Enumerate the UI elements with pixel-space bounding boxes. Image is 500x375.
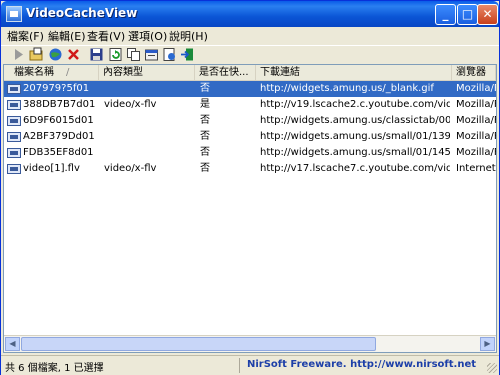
cell-download-url: http://widgets.amung.us/small/01/145.png xyxy=(260,147,450,158)
cell-browser: Mozilla/Fire xyxy=(456,147,496,158)
video-file-icon xyxy=(7,84,21,94)
column-header-browser[interactable]: 瀏覽器 xyxy=(452,65,496,80)
copy-icon[interactable] xyxy=(126,47,141,62)
cell-filename: 388DB7B7d01 xyxy=(23,99,96,110)
cell-content-type xyxy=(104,81,194,97)
close-button[interactable]: ✕ xyxy=(477,4,498,25)
column-header-label: 是否在快... xyxy=(199,67,249,78)
table-row[interactable]: 6D9F6015d01 否 http://widgets.amung.us/cl… xyxy=(4,113,496,129)
cell-download-url: http://widgets.amung.us/classictab/00/12… xyxy=(260,115,450,126)
menu-view[interactable]: 查看(V) xyxy=(87,28,125,44)
save-icon[interactable] xyxy=(89,47,104,62)
cell-filename: 6D9F6015d01 xyxy=(23,115,94,126)
exit-icon[interactable] xyxy=(180,47,195,62)
cell-in-cache: 否 xyxy=(200,163,210,174)
column-header-download-url[interactable]: 下載連結 xyxy=(256,65,452,80)
column-header-in-cache[interactable]: 是否在快... xyxy=(195,65,256,80)
status-divider xyxy=(239,358,240,373)
properties-icon[interactable] xyxy=(144,47,159,62)
cell-download-url: http://widgets.amung.us/small/01/139.png xyxy=(260,131,450,142)
cell-browser: Internet Exp xyxy=(456,163,496,174)
html-report-icon[interactable] xyxy=(162,47,177,62)
column-header-label: 內容類型 xyxy=(103,67,143,78)
status-bar: 共 6 個檔案, 1 已選擇 NirSoft Freeware. http://… xyxy=(1,355,499,375)
cell-download-url: http://v17.lscache7.c.youtube.com/videop… xyxy=(260,163,450,174)
cell-content-type xyxy=(104,113,194,129)
cell-filename: A2BF379Dd01 xyxy=(23,131,95,142)
cell-in-cache: 否 xyxy=(200,83,210,94)
column-header-label: 檔案名稱 xyxy=(14,67,54,78)
column-header-content-type[interactable]: 內容類型 xyxy=(99,65,195,80)
cell-in-cache: 否 xyxy=(200,115,210,126)
table-row[interactable]: 207979?5f01 否 http://widgets.amung.us/_b… xyxy=(4,81,496,97)
cell-browser: Mozilla/Fire xyxy=(456,83,496,94)
table-row[interactable]: A2BF379Dd01 否 http://widgets.amung.us/sm… xyxy=(4,129,496,145)
cell-content-type xyxy=(104,145,194,161)
table-row[interactable]: video[1].flv video/x-flv 否 http://v17.ls… xyxy=(4,161,496,177)
main-window: VideoCacheView _ □ ✕ 檔案(F) 編輯(E) 查看(V) 選… xyxy=(0,0,500,375)
scroll-left-button[interactable]: ◀ xyxy=(5,337,20,351)
cell-in-cache: 否 xyxy=(200,131,210,142)
cache-file-list[interactable]: 檔案名稱 / 內容類型 是否在快... 下載連結 瀏覽器 207979?5f01… xyxy=(3,64,497,353)
app-icon xyxy=(6,6,22,22)
cell-download-url: http://widgets.amung.us/_blank.gif xyxy=(260,83,434,94)
nirsoft-link[interactable]: NirSoft Freeware. http://www.nirsoft.net xyxy=(247,359,476,370)
open-folder-icon[interactable] xyxy=(29,47,44,62)
play-icon[interactable] xyxy=(11,47,26,62)
video-file-icon xyxy=(7,100,21,110)
toolbar xyxy=(1,45,499,64)
cell-content-type: video/x-flv xyxy=(104,163,157,174)
title-bar[interactable]: VideoCacheView _ □ ✕ xyxy=(1,1,499,27)
video-file-icon xyxy=(7,132,21,142)
cell-browser: Mozilla/Fire xyxy=(456,99,496,110)
menu-options[interactable]: 選項(O) xyxy=(128,28,167,44)
table-row[interactable]: 388DB7B7d01 video/x-flv 是 http://v19.lsc… xyxy=(4,97,496,113)
menu-file[interactable]: 檔案(F) xyxy=(7,28,44,44)
menu-edit[interactable]: 編輯(E) xyxy=(48,28,86,44)
horizontal-scrollbar[interactable]: ◀ ▶ xyxy=(4,335,496,352)
cell-content-type: video/x-flv xyxy=(104,99,157,110)
scroll-right-button[interactable]: ▶ xyxy=(480,337,495,351)
cell-browser: Mozilla/Fire xyxy=(456,131,496,142)
cell-in-cache: 是 xyxy=(200,99,210,110)
resize-grip[interactable] xyxy=(487,363,497,373)
column-header-label: 瀏覽器 xyxy=(456,67,486,78)
scroll-thumb[interactable] xyxy=(21,337,376,351)
cell-filename: 207979?5f01 xyxy=(23,83,90,94)
globe-icon[interactable] xyxy=(48,47,63,62)
video-file-icon xyxy=(7,116,21,126)
table-row[interactable]: FDB35EF8d01 否 http://widgets.amung.us/sm… xyxy=(4,145,496,161)
video-file-icon xyxy=(7,164,21,174)
window-title: VideoCacheView xyxy=(26,6,138,20)
minimize-button[interactable]: _ xyxy=(435,4,456,25)
cell-filename: FDB35EF8d01 xyxy=(23,147,94,158)
video-file-icon xyxy=(7,148,21,158)
cell-filename: video[1].flv xyxy=(23,163,80,174)
menu-help[interactable]: 說明(H) xyxy=(169,28,208,44)
cell-browser: Mozilla/Fire xyxy=(456,115,496,126)
menu-bar: 檔案(F) 編輯(E) 查看(V) 選項(O) 說明(H) xyxy=(1,27,499,45)
maximize-button[interactable]: □ xyxy=(457,4,478,25)
sort-indicator: / xyxy=(66,67,70,78)
delete-icon[interactable] xyxy=(66,47,81,62)
list-header: 檔案名稱 / 內容類型 是否在快... 下載連結 瀏覽器 xyxy=(4,65,496,81)
column-header-filename[interactable]: 檔案名稱 / xyxy=(4,65,99,80)
cell-in-cache: 否 xyxy=(200,147,210,158)
cell-content-type xyxy=(104,129,194,145)
status-summary: 共 6 個檔案, 1 已選擇 xyxy=(5,363,104,374)
column-header-label: 下載連結 xyxy=(260,67,300,78)
cell-download-url: http://v19.lscache2.c.youtube.com/videop… xyxy=(260,99,450,110)
refresh-icon[interactable] xyxy=(108,47,123,62)
